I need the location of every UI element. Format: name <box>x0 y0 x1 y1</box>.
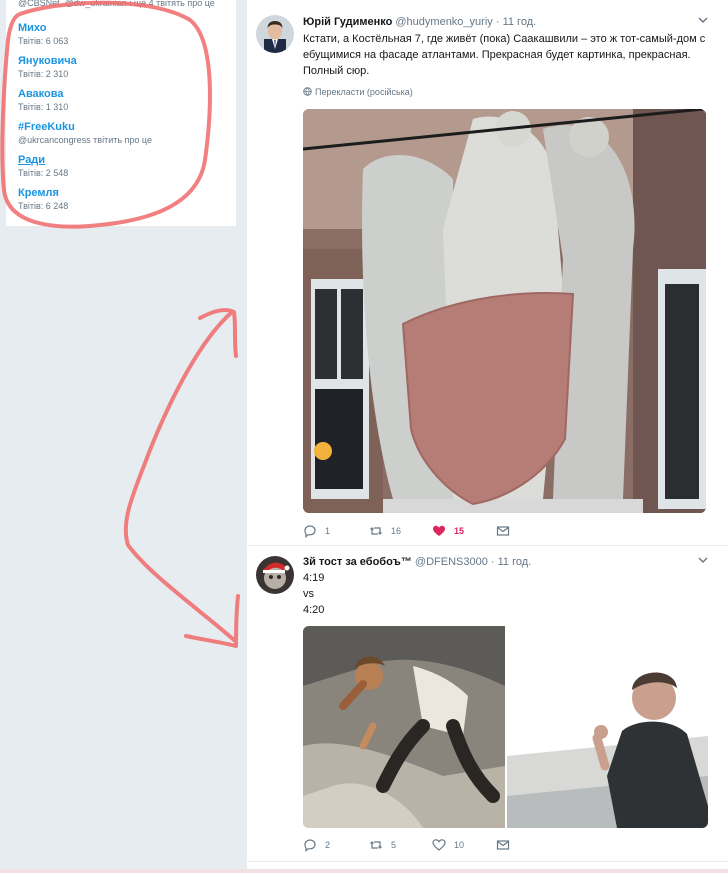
tweet-text: Кстати, а Костёльная 7, где живёт (пока)… <box>303 33 706 77</box>
tweet-time[interactable]: 11 год. <box>498 556 532 568</box>
trend-name[interactable]: Михо <box>18 22 224 35</box>
avatar[interactable] <box>256 556 294 594</box>
trend-tweet-count: Твітів: 2 310 <box>18 69 69 79</box>
tweet-actions: 1 16 15 <box>303 524 703 538</box>
avatar-image <box>256 556 294 594</box>
trend-tweet-count: Твітів: 6 248 <box>18 201 69 211</box>
trend-name[interactable]: Януковича <box>18 55 224 68</box>
like-count: 10 <box>454 840 465 850</box>
tweet-text-line: 4:19 <box>303 572 325 584</box>
trend-tweet-count: Твітів: 1 310 <box>18 102 69 112</box>
globe-icon <box>303 87 312 96</box>
tweet[interactable]: Юрій Гудименко @hudymenko_yuriy · 11 год… <box>247 0 728 546</box>
trend-item[interactable]: #FreeKuku @ukrcancongress твітить про це <box>18 117 224 150</box>
like-button[interactable]: 10 <box>432 838 464 852</box>
reply-button[interactable]: 1 <box>303 524 330 538</box>
dm-button[interactable] <box>496 838 510 852</box>
retweet-count: 16 <box>391 526 402 536</box>
retweet-button[interactable]: 16 <box>369 524 401 538</box>
author-name[interactable]: Юрій Гудименко <box>303 16 392 28</box>
retweet-icon <box>370 527 382 535</box>
annotation-double-arrow <box>123 308 240 648</box>
trend-context-cut: @CBSNet, @dw_ukrainian і ще 4 твітять пр… <box>18 0 215 8</box>
tweet-header: 3й тост за ебобоъ™ @DFENS3000 · 11 год. <box>303 556 532 568</box>
trend-context: @ukrcancongress твітить про це <box>18 135 152 145</box>
trend-item[interactable]: Михо Твітів: 6 063 <box>18 18 224 51</box>
tweet-photo-left[interactable] <box>303 626 505 828</box>
chevron-down-icon[interactable] <box>698 555 708 568</box>
trend-item[interactable]: Кремля Твітів: 6 248 <box>18 183 224 216</box>
climber-photo-image <box>303 626 505 828</box>
author-handle[interactable]: @hudymenko_yuriy <box>395 16 492 28</box>
trend-item[interactable]: Ради Твітів: 2 548 <box>18 150 224 183</box>
avatar-image <box>256 15 294 53</box>
heart-icon <box>432 839 446 851</box>
tweet[interactable]: 3й тост за ебобоъ™ @DFENS3000 · 11 год. … <box>247 546 728 862</box>
tweet-time[interactable]: 11 год. <box>503 16 537 28</box>
timeline: Юрій Гудименко @hudymenko_yuriy · 11 год… <box>247 0 728 873</box>
trend-name[interactable]: Кремля <box>18 187 224 200</box>
tweet-text-line: 4:20 <box>303 604 325 616</box>
dm-button[interactable] <box>496 524 510 538</box>
page-bottom-strip <box>0 869 728 873</box>
envelope-icon <box>496 526 510 536</box>
author-name[interactable]: 3й тост за ебобоъ™ <box>303 556 412 568</box>
reply-button[interactable]: 2 <box>303 838 330 852</box>
trend-item[interactable]: Авакова Твітів: 1 310 <box>18 84 224 117</box>
trend-name[interactable]: Авакова <box>18 88 224 101</box>
trend-tweet-count: Твітів: 2 548 <box>18 168 69 178</box>
man-on-roof-photo-image <box>507 626 708 828</box>
envelope-icon <box>496 840 510 850</box>
like-button[interactable]: 15 <box>432 524 464 538</box>
tweet-text: 4:19 vs 4:20 <box>303 570 708 618</box>
retweet-button[interactable]: 5 <box>369 838 396 852</box>
trend-item[interactable]: Януковича Твітів: 2 310 <box>18 51 224 84</box>
avatar[interactable] <box>256 15 294 53</box>
like-count: 15 <box>454 526 465 536</box>
trend-name[interactable]: Ради <box>18 154 224 167</box>
author-handle[interactable]: @DFENS3000 <box>415 556 488 568</box>
trend-tweet-count: Твітів: 6 063 <box>18 36 69 46</box>
reply-icon <box>304 525 316 538</box>
tweet-header: Юрій Гудименко @hudymenko_yuriy · 11 год… <box>303 16 537 28</box>
translate-label[interactable]: Перекласти (російська) <box>315 87 413 97</box>
retweet-icon <box>370 841 382 849</box>
retweet-count: 5 <box>391 840 397 850</box>
reply-count: 1 <box>325 526 331 536</box>
tweet-actions: 2 5 10 <box>303 838 703 852</box>
trend-name[interactable]: #FreeKuku <box>18 121 224 134</box>
tweet-photo[interactable] <box>303 109 706 513</box>
translate-link[interactable]: Перекласти (російська) <box>303 87 413 97</box>
chevron-down-icon[interactable] <box>698 15 708 28</box>
trends-panel: @CBSNet, @dw_ukrainian і ще 4 твітять пр… <box>6 0 236 226</box>
heart-icon <box>433 525 445 536</box>
tweet-text-line: vs <box>303 588 314 600</box>
reply-icon <box>304 839 316 852</box>
tweet-photo-right[interactable] <box>507 626 708 828</box>
reply-count: 2 <box>325 840 331 850</box>
statue-photo-image <box>303 109 706 513</box>
